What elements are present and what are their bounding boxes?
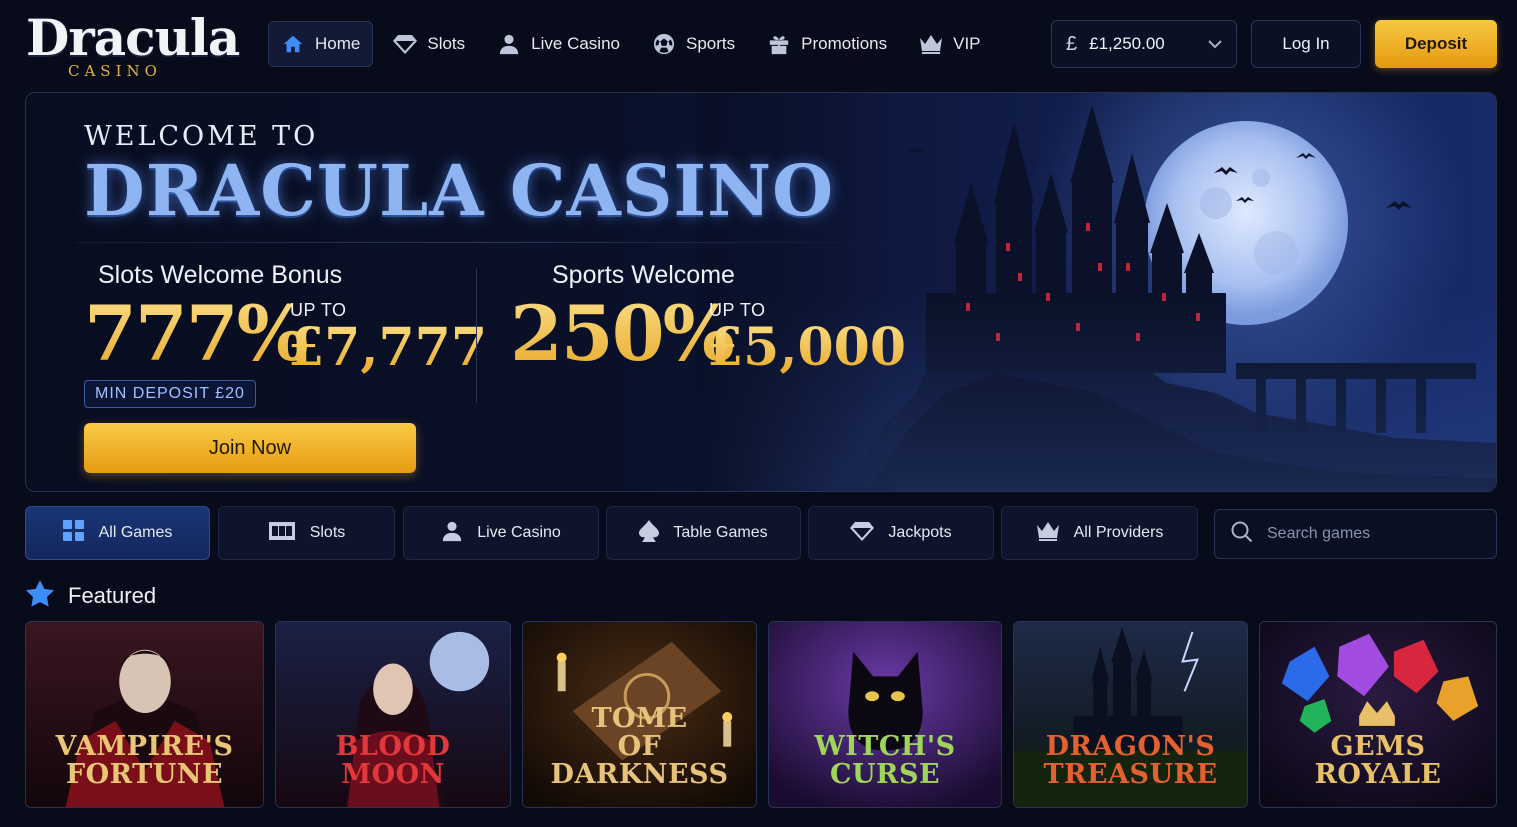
min-deposit-badge: MIN DEPOSIT £20 [84,380,256,408]
person-icon [497,32,521,56]
nav-live-casino-label: Live Casino [531,34,620,53]
person-icon [441,520,463,547]
nav-sports-label: Sports [685,34,736,53]
spade-icon [639,519,660,547]
game-title: GEMS ROYALE [1314,731,1442,790]
brand-sub: CASINO [68,62,162,80]
game-card-blood-moon[interactable]: BLOOD MOON [275,621,511,808]
nav-live-casino[interactable]: Live Casino [485,21,632,67]
game-title: DRAGON'S TREASURE [1043,731,1218,790]
diamond-icon [850,520,875,547]
balance-amount: £1,250.00 [1089,34,1165,53]
search-input[interactable] [1267,525,1467,543]
diamond-icon [393,32,418,56]
tab-jackpots-label: Jackpots [888,524,952,541]
game-title: VAMPIRE'S FORTUNE [55,731,234,790]
gift-icon [767,32,791,56]
offer-divider [476,268,477,403]
slots-bonus-label: Slots Welcome Bonus [98,261,343,289]
search-box[interactable] [1214,509,1497,559]
slot-machine-icon [268,520,296,547]
sports-bonus-percent: 250% [510,289,735,378]
crown-icon [919,32,943,56]
main-nav: Home Slots Live Casino Sports Promotions… [268,20,993,68]
tab-slots-label: Slots [309,524,346,541]
tab-all-games-label: All Games [98,524,173,541]
hero-banner: WELCOME TO DRACULA CASINO Slots Welcome … [25,92,1497,492]
nav-slots-label: Slots [427,34,466,53]
game-title: BLOOD MOON [335,731,451,790]
game-title: TOME OF DARKNESS [550,703,729,790]
soccer-ball-icon [652,32,676,56]
deposit-button[interactable]: Deposit [1375,20,1497,68]
featured-title: Featured [68,583,157,608]
tab-all-providers-label: All Providers [1073,524,1164,541]
star-icon [26,580,54,612]
slots-bonus-amount: £7,777 [288,317,488,378]
sports-bonus-amount: £5,000 [707,317,907,378]
nav-sports[interactable]: Sports [640,21,747,67]
tab-jackpots[interactable]: Jackpots [808,506,994,560]
nav-home-label: Home [315,34,361,53]
nav-promotions[interactable]: Promotions [755,21,899,67]
game-card-tome-of-darkness[interactable]: TOME OF DARKNESS [522,621,757,808]
join-now-button[interactable]: Join Now [84,423,416,473]
game-card-dragons-treasure[interactable]: DRAGON'S TREASURE [1013,621,1248,808]
tab-all-games[interactable]: All Games [25,506,210,560]
nav-home[interactable]: Home [268,21,374,67]
login-button[interactable]: Log In [1251,20,1361,68]
featured-header: Featured [26,580,156,612]
tab-table-games[interactable]: Table Games [606,506,801,560]
nav-promotions-label: Promotions [801,34,888,53]
sports-bonus-label: Sports Welcome [552,261,735,289]
hero-welcome-to: WELCOME TO [84,121,319,152]
game-card-vampires-fortune[interactable]: VAMPIRE'S FORTUNE [25,621,264,808]
home-icon [281,32,305,56]
brand-logo[interactable]: Dracula CASINO [26,8,240,82]
game-card-witchs-curse[interactable]: WITCH'S CURSE [768,621,1002,808]
nav-slots[interactable]: Slots [381,21,477,67]
crown-icon [1036,521,1060,546]
tab-live-casino-label: Live Casino [477,524,561,541]
brand-name: Dracula [26,8,240,67]
chevron-down-icon [1208,36,1222,52]
nav-vip[interactable]: VIP [907,21,992,67]
balance-dropdown[interactable]: £ £1,250.00 [1051,20,1237,68]
tab-slots[interactable]: Slots [218,506,395,560]
tab-table-games-label: Table Games [673,524,768,541]
tab-all-providers[interactable]: All Providers [1001,506,1198,560]
game-card-gems-royale[interactable]: GEMS ROYALE [1259,621,1497,808]
hero-title: DRACULA CASINO [84,149,835,232]
slots-bonus-percent: 777% [84,289,309,378]
game-title: WITCH'S CURSE [814,731,956,790]
grid-icon [62,519,85,547]
search-icon [1231,521,1253,548]
nav-vip-label: VIP [953,34,981,53]
hero-divider [76,242,896,243]
tab-live-casino[interactable]: Live Casino [403,506,599,560]
currency-symbol: £ [1066,32,1078,55]
